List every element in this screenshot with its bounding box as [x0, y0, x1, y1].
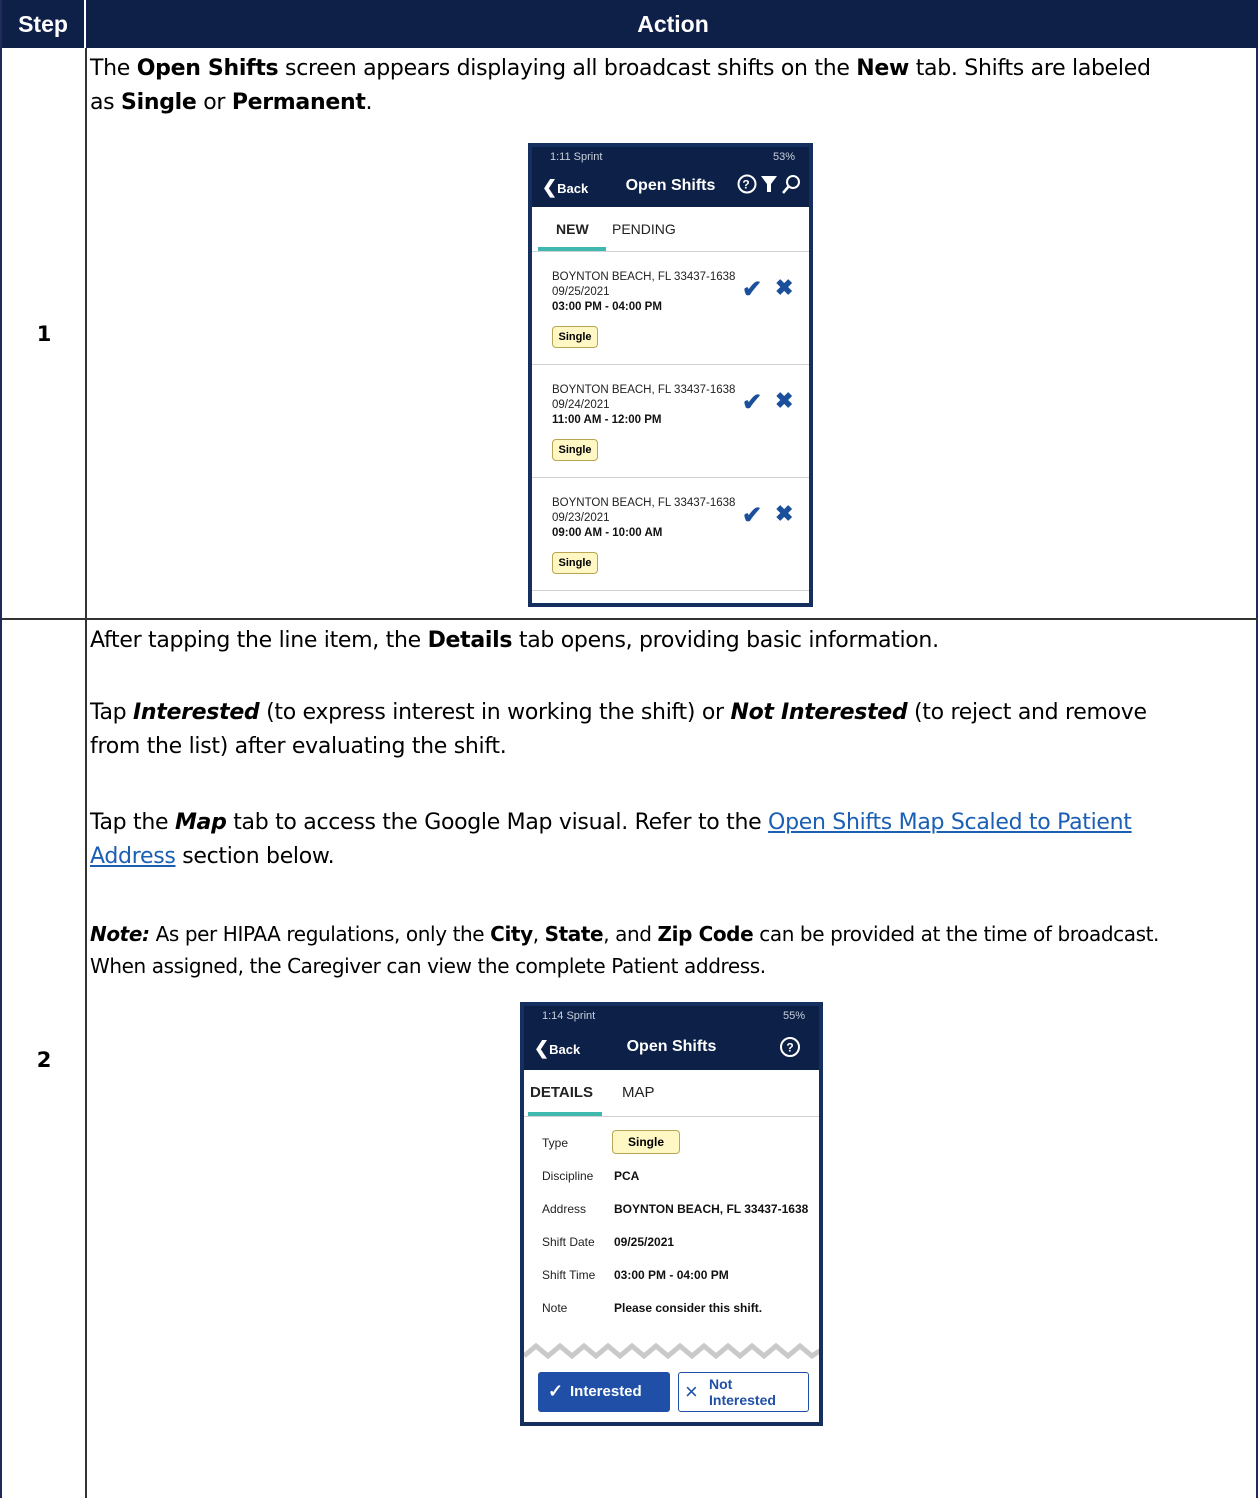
row2-line-1: After tapping the line item, the Details…: [90, 628, 939, 653]
list-divider: [532, 590, 809, 591]
detail-label-note: Note: [542, 1301, 568, 1315]
check-icon: ✓: [548, 1381, 564, 1401]
detail-type-badge: Single: [612, 1130, 680, 1154]
detail-label-shift-time: Shift Time: [542, 1268, 596, 1282]
shift-date: 09/25/2021: [552, 286, 610, 298]
shift-type-badge: Single: [552, 326, 598, 348]
help-icon[interactable]: ?: [779, 1036, 801, 1063]
step-number-2: 2: [36, 1048, 52, 1072]
row2-paragraph-3: Tap the Map tab to access the Google Map…: [90, 806, 1250, 874]
tab-divider: [532, 251, 809, 252]
row2-line-6: Note: As per HIPAA regulations, only the…: [90, 922, 1159, 946]
row2-line-3: from the list) after evaluating the shif…: [90, 734, 507, 759]
phone-screenshot-shift-details: 1:14 Sprint 55% ❮Back Open Shifts ? DETA…: [520, 1002, 823, 1426]
column-divider: [85, 48, 87, 1498]
detail-value-shift-time: 03:00 PM - 04:00 PM: [614, 1268, 729, 1282]
close-icon[interactable]: ✖: [775, 501, 793, 527]
status-carrier: 1:14 Sprint: [542, 1010, 596, 1022]
svg-text:?: ?: [786, 1041, 793, 1055]
tab-map[interactable]: MAP: [622, 1084, 655, 1101]
tab-new[interactable]: NEW: [556, 221, 589, 237]
screen-title: Open Shifts: [626, 1038, 717, 1055]
help-filter-search-icons[interactable]: ?: [737, 173, 803, 195]
app-header: 1:11 Sprint 53% ❮Back Open Shifts ?: [532, 147, 809, 207]
app-header: 1:14 Sprint 55% ❮Back Open Shifts ?: [524, 1006, 819, 1070]
status-battery: 55%: [782, 1010, 805, 1022]
list-item[interactable]: BOYNTON BEACH, FL 33437-1638 09/25/2021 …: [532, 271, 809, 371]
detail-label-shift-date: Shift Date: [542, 1235, 595, 1249]
table-header: Step Action: [2, 0, 1258, 48]
list-item[interactable]: BOYNTON BEACH, FL 33437-1638 09/24/2021 …: [532, 384, 809, 484]
row2-line-7: When assigned, the Caregiver can view th…: [90, 954, 766, 978]
row-divider: [2, 618, 1258, 620]
shift-type-badge: Single: [552, 439, 598, 461]
list-divider: [532, 364, 809, 365]
shift-address: BOYNTON BEACH, FL 33437-1638: [552, 384, 736, 396]
map-section-link[interactable]: Open Shifts Map Scaled to Patient: [768, 810, 1132, 835]
row2-line-5: Address section below.: [90, 844, 335, 869]
map-section-link-cont[interactable]: Address: [90, 844, 176, 869]
tab-divider: [524, 1116, 819, 1117]
row1-paragraph: The Open Shifts screen appears displayin…: [90, 52, 1250, 120]
list-item[interactable]: BOYNTON BEACH, FL 33437-1638 09/23/2021 …: [532, 497, 809, 597]
shift-address: BOYNTON BEACH, FL 33437-1638: [552, 497, 736, 509]
header-actions: ?: [737, 173, 803, 200]
check-icon[interactable]: ✔: [742, 501, 762, 530]
shift-date: 09/23/2021: [552, 512, 610, 524]
row2-line-2: Tap Interested (to express interest in w…: [90, 700, 1147, 725]
procedure-table: Step Action 1 The Open Shifts screen app…: [0, 0, 1258, 1498]
phone-screenshot-open-shifts-list: 1:11 Sprint 53% ❮Back Open Shifts ? NEW …: [528, 143, 813, 607]
shift-time: 11:00 AM - 12:00 PM: [552, 414, 662, 426]
close-icon: ×: [685, 1379, 698, 1404]
status-battery: 53%: [772, 151, 795, 163]
list-divider: [532, 477, 809, 478]
not-interested-button[interactable]: × Not Interested: [678, 1372, 809, 1412]
tab-pending[interactable]: PENDING: [612, 221, 676, 237]
shift-address: BOYNTON BEACH, FL 33437-1638: [552, 271, 736, 283]
close-icon[interactable]: ✖: [775, 275, 793, 301]
row2-note: Note: As per HIPAA regulations, only the…: [90, 918, 1250, 982]
row1-line-1: The Open Shifts screen appears displayin…: [90, 56, 1151, 81]
detail-value-address: BOYNTON BEACH, FL 33437-1638: [614, 1202, 809, 1216]
row2-paragraph-2: Tap Interested (to express interest in w…: [90, 696, 1250, 764]
header-action: Action: [637, 11, 709, 37]
detail-value-note: Please consider this shift.: [614, 1301, 763, 1315]
shift-time: 09:00 AM - 10:00 AM: [552, 527, 663, 539]
tab-details[interactable]: DETAILS: [530, 1084, 593, 1101]
check-icon[interactable]: ✔: [742, 388, 762, 417]
interested-button[interactable]: ✓ Interested: [538, 1372, 670, 1412]
detail-label-address: Address: [542, 1202, 587, 1216]
check-icon[interactable]: ✔: [742, 275, 762, 304]
detail-label-discipline: Discipline: [542, 1169, 594, 1183]
detail-value-discipline: PCA: [614, 1169, 640, 1183]
torn-edge-divider: [524, 1342, 819, 1360]
status-carrier: 1:11 Sprint: [550, 151, 603, 163]
row2-line-4: Tap the Map tab to access the Google Map…: [90, 810, 1132, 835]
shift-time: 03:00 PM - 04:00 PM: [552, 301, 662, 313]
shift-type-badge: Single: [552, 552, 598, 574]
detail-value-shift-date: 09/25/2021: [614, 1235, 675, 1249]
shift-date: 09/24/2021: [552, 399, 610, 411]
row1-line-2: as Single or Permanent.: [90, 90, 373, 115]
svg-text:?: ?: [742, 178, 751, 192]
header-step: Step: [2, 0, 86, 48]
step-number-1: 1: [36, 322, 52, 346]
close-icon[interactable]: ✖: [775, 388, 793, 414]
detail-label-type: Type: [542, 1136, 569, 1150]
